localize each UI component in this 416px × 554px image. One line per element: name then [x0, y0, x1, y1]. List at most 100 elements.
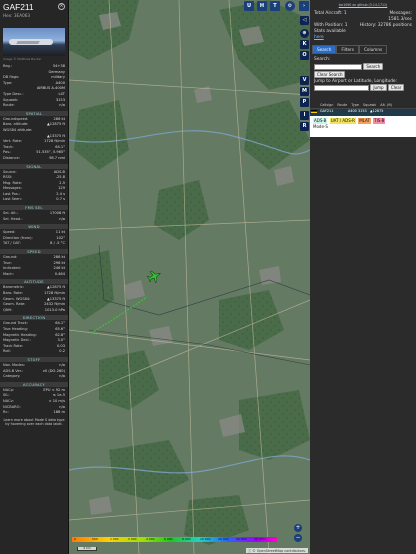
map-side-button-k[interactable]: K	[300, 40, 309, 49]
callsign: GAF211	[3, 2, 34, 12]
info-row: Last Seen: 0.7 s	[0, 197, 68, 203]
history-value: 32786 positions	[377, 23, 412, 28]
clear-button[interactable]: Clear	[387, 84, 405, 91]
section-header[interactable]: ACCURACY	[0, 381, 68, 387]
section-header[interactable]: SIGNAL	[0, 163, 68, 169]
aircraft-photo[interactable]	[3, 28, 65, 56]
map-side-button-v[interactable]: V	[300, 76, 309, 85]
legend-label: 40 000+	[254, 537, 268, 541]
field-value: n/a	[59, 374, 65, 379]
clear-search-button[interactable]: Clear Search	[314, 71, 346, 78]
section-header[interactable]: SPEED	[0, 249, 68, 255]
info-row: Sel. Head.: n/a	[0, 217, 68, 223]
search-button[interactable]: Search	[363, 63, 384, 70]
legend-label: 10 000	[200, 537, 211, 541]
field-label: Mach:	[3, 271, 14, 276]
column-route[interactable]: Route	[335, 103, 349, 108]
germany-flag-icon	[310, 109, 318, 116]
total-label: Total Aircraft:	[314, 11, 343, 16]
tag-mlat: MLAT	[358, 118, 371, 124]
section-header[interactable]: DIRECTION	[0, 315, 68, 321]
field-label: Last Seen:	[3, 197, 22, 202]
tag-mode-s: Mode-S	[313, 124, 328, 129]
basic-info: Reg.: 54+38 Germany DB flags: military Type: A…	[0, 64, 68, 109]
version-link[interactable]: tar1090 on github (3.14.1711)	[310, 0, 416, 7]
field-value: 0.464	[54, 271, 65, 276]
info-header: GAF211 Hex: 3EA063 ×	[0, 0, 68, 28]
collapse-sidebar-icon[interactable]: ›	[299, 1, 309, 11]
field-value: ▲12875 ft	[47, 122, 65, 127]
field-label: Category:	[3, 374, 21, 379]
legend-label: 20 000	[218, 537, 229, 541]
close-icon[interactable]: ×	[58, 3, 65, 10]
map-side-button-m[interactable]: M	[300, 87, 309, 96]
map-button-u[interactable]: U	[244, 1, 254, 11]
info-row: QNH: 1013.0 hPa	[0, 308, 68, 314]
info-icon[interactable]: ⓘ	[248, 549, 251, 553]
scale-bar: 2 km	[77, 547, 97, 551]
tab-filters[interactable]: Filters	[336, 45, 359, 54]
legend-label: 500	[92, 537, 98, 541]
search-input[interactable]	[314, 63, 362, 70]
row-altitude: ▲12875	[370, 109, 384, 113]
field-value: 186 m	[53, 410, 65, 415]
map-attribution[interactable]: ⓘ © OpenStreetMap contributors.	[245, 548, 308, 553]
map-side-button-back[interactable]: ◁	[300, 16, 309, 25]
zoom-in-button[interactable]: +	[294, 524, 302, 532]
table-row[interactable]: GAF211 A400 3153 ▲12875	[310, 109, 416, 116]
row-type: A400	[348, 109, 357, 113]
map-side-button-center[interactable]: ⊕	[300, 29, 309, 38]
info-row: Mach: 0.464	[0, 272, 68, 278]
column-altitude[interactable]: Alt. (ft)	[378, 103, 394, 108]
stats-link[interactable]: here	[314, 35, 412, 41]
section-header[interactable]: WIND	[0, 224, 68, 230]
map-canvas	[69, 0, 310, 554]
field-label: Type:	[3, 80, 13, 85]
zoom-out-button[interactable]: −	[294, 534, 302, 542]
attribution-text: © OpenStreetMap contributors.	[252, 549, 306, 553]
jump-button[interactable]: Jump	[370, 84, 387, 91]
messages-label: Messages:	[389, 11, 412, 16]
column-callsign[interactable]: Callsign	[318, 103, 335, 108]
stats-row-1: Total Aircraft: 1 Messages:	[310, 7, 416, 17]
column-squawk[interactable]: Squawk	[361, 103, 378, 108]
history-label: History:	[359, 23, 377, 28]
map-side-button-r[interactable]: R	[300, 122, 309, 131]
tag-tisb: TIS-B	[373, 118, 386, 124]
section-header[interactable]: ALTITUDE	[0, 279, 68, 285]
section-header[interactable]: SPATIAL	[0, 110, 68, 116]
aircraft-info-panel: GAF211 Hex: 3EA063 × Image © Matthias Be…	[0, 0, 69, 554]
tab-search[interactable]: Search	[312, 45, 337, 54]
info-row: Route: n/a	[0, 103, 68, 109]
section-header[interactable]: FMS SEL	[0, 205, 68, 211]
hex-label: Hex:	[3, 13, 13, 18]
field-value: 0.7 s	[56, 197, 65, 202]
jump-input[interactable]	[314, 84, 369, 91]
map[interactable]: U H T ⚙ › ◁ ⊕ K O V M P I R 0 500 1 000 2 0…	[69, 0, 310, 554]
column-type[interactable]: Type	[349, 103, 361, 108]
source-legend: ADS-B UAT / ADS-R MLAT TIS-B Mode-S	[310, 116, 416, 137]
info-row: Distance: 98.7 nmi	[0, 156, 68, 162]
stats-available: Stats available here	[310, 29, 416, 41]
field-label: Roll:	[3, 349, 11, 354]
map-side-button-o[interactable]: O	[300, 51, 309, 60]
row-callsign: GAF211	[320, 109, 334, 113]
flag-column	[310, 103, 318, 108]
map-side-button-p[interactable]: P	[300, 98, 309, 107]
row-squawk: 3153	[358, 109, 367, 113]
withpos-label: With Position:	[314, 23, 344, 28]
field-label: WGS84 altitude:	[3, 127, 33, 132]
legend-label: 0	[74, 537, 76, 541]
field-value: 8 / -5 °C	[50, 241, 65, 246]
tab-columns[interactable]: Columns	[358, 45, 388, 54]
map-side-button-i[interactable]: I	[300, 111, 309, 120]
legend-label: 2 000	[128, 537, 137, 541]
row-route	[334, 109, 346, 116]
map-button-h[interactable]: H	[257, 1, 267, 11]
map-button-t[interactable]: T	[270, 1, 280, 11]
settings-gear-icon[interactable]: ⚙	[285, 1, 295, 11]
field-value: 1013.0 hPa	[44, 307, 65, 312]
tag-uat-adsr: UAT / ADS-R	[329, 118, 356, 124]
field-value: 0.2	[59, 349, 65, 354]
section-header[interactable]: STUFF	[0, 356, 68, 362]
